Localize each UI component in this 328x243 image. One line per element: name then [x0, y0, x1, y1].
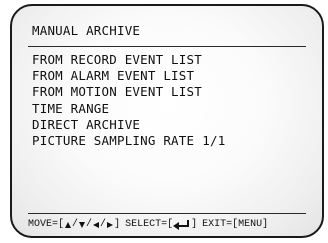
menu-item-from-alarm-event-list[interactable]: FROM ALARM EVENT LIST — [32, 68, 225, 84]
arrow-up-icon — [65, 221, 72, 228]
sampling-rate-value[interactable]: 1/1 — [202, 133, 225, 148]
title-divider — [28, 46, 306, 47]
status-divider — [28, 213, 306, 214]
menu-item-from-record-event-list[interactable]: FROM RECORD EVENT LIST — [32, 52, 225, 68]
select-hint-close: ] — [191, 219, 198, 230]
menu-item-label: FROM RECORD EVENT LIST — [32, 52, 202, 67]
exit-hint: EXIT=[MENU] — [202, 219, 269, 230]
move-hint-prefix: MOVE=[ — [28, 219, 65, 230]
move-hint-separator: / — [72, 219, 79, 230]
menu-list: FROM RECORD EVENT LIST FROM ALARM EVENT … — [32, 52, 225, 149]
arrow-left-icon — [93, 221, 100, 228]
menu-item-label: TIME RANGE — [32, 100, 110, 116]
menu-item-label: FROM MOTION EVENT LIST — [32, 84, 202, 100]
enter-icon — [173, 219, 191, 230]
menu-item-label: FROM ALARM EVENT LIST — [32, 68, 195, 84]
menu-item-picture-sampling-rate[interactable]: PICTURE SAMPLING RATE 1/1 — [32, 133, 225, 149]
arrow-down-icon — [79, 221, 86, 228]
menu-item-from-motion-event-list[interactable]: FROM MOTION EVENT LIST — [32, 84, 225, 100]
select-hint-prefix: SELECT=[ — [125, 219, 174, 230]
move-hint-close: ] — [114, 219, 121, 230]
menu-item-label: DIRECT ARCHIVE — [32, 116, 141, 132]
menu-item-label: PICTURE SAMPLING RATE — [32, 132, 195, 148]
menu-item-time-range[interactable]: TIME RANGE — [32, 101, 225, 117]
select-hint: SELECT=[ ] — [125, 219, 197, 230]
status-bar: MOVE=[ / / / ] SELECT=[ ] EXIT=[MENU] — [28, 219, 314, 230]
menu-item-direct-archive[interactable]: DIRECT ARCHIVE — [32, 117, 225, 133]
osd-menu-screen: MANUAL ARCHIVE FROM RECORD EVENT LIST FR… — [10, 4, 324, 238]
arrow-right-icon — [107, 221, 114, 228]
move-hint-separator: / — [100, 219, 107, 230]
move-hint-separator: / — [86, 219, 93, 230]
move-hint: MOVE=[ / / / ] — [28, 219, 120, 230]
menu-title: MANUAL ARCHIVE — [32, 23, 141, 38]
